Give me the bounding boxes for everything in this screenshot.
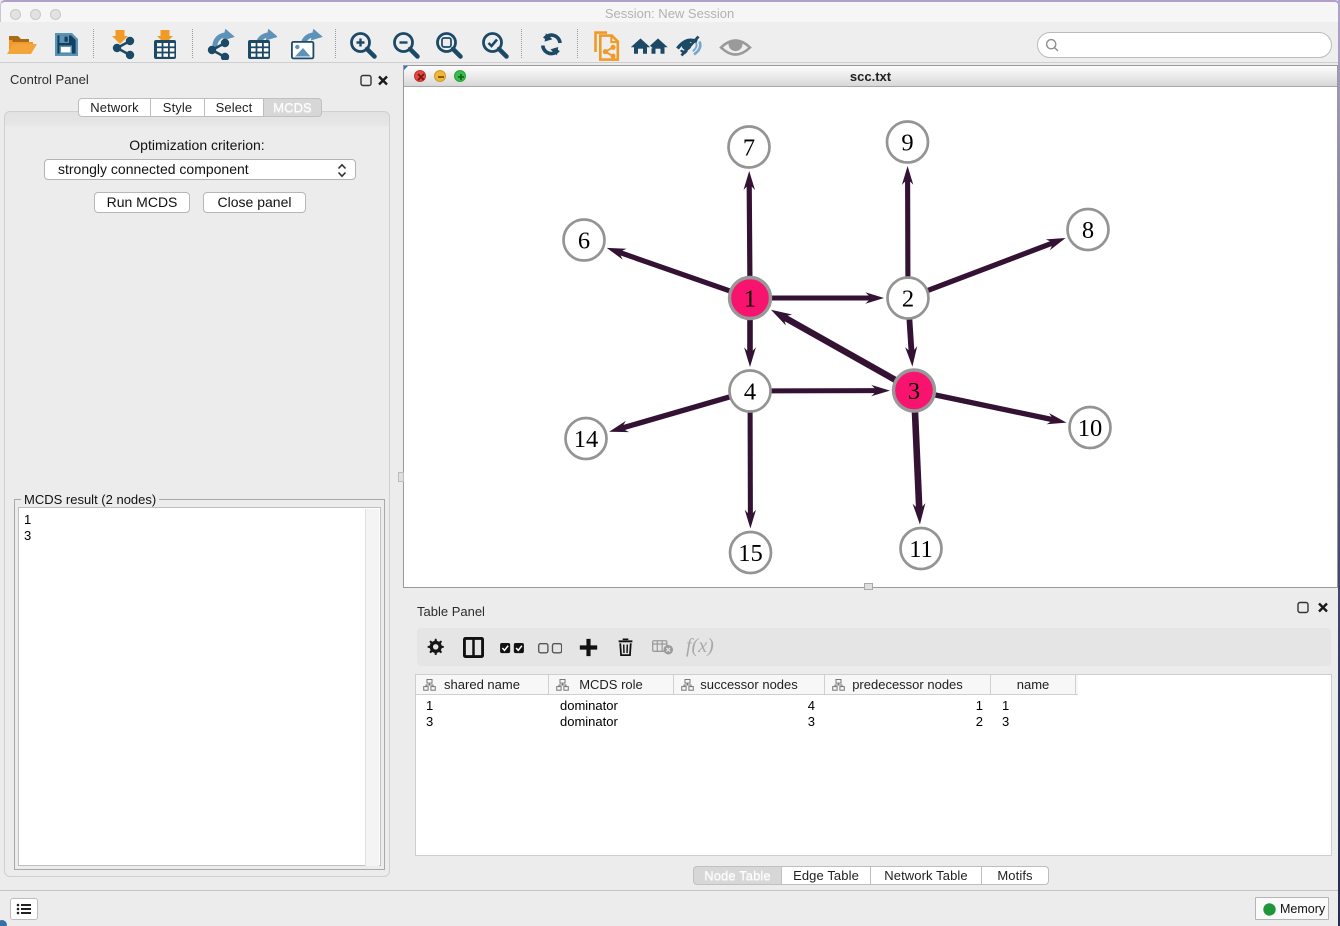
svg-text:4: 4 xyxy=(744,379,756,406)
svg-text:15: 15 xyxy=(738,540,763,567)
svg-text:7: 7 xyxy=(743,135,755,162)
svg-text:9: 9 xyxy=(901,130,913,157)
svg-text:10: 10 xyxy=(1078,415,1103,442)
svg-text:14: 14 xyxy=(574,426,599,453)
svg-text:11: 11 xyxy=(909,536,933,563)
svg-text:1: 1 xyxy=(744,286,756,313)
svg-text:3: 3 xyxy=(908,378,920,405)
svg-text:2: 2 xyxy=(902,286,914,313)
svg-text:8: 8 xyxy=(1082,217,1094,244)
svg-text:6: 6 xyxy=(578,228,590,255)
